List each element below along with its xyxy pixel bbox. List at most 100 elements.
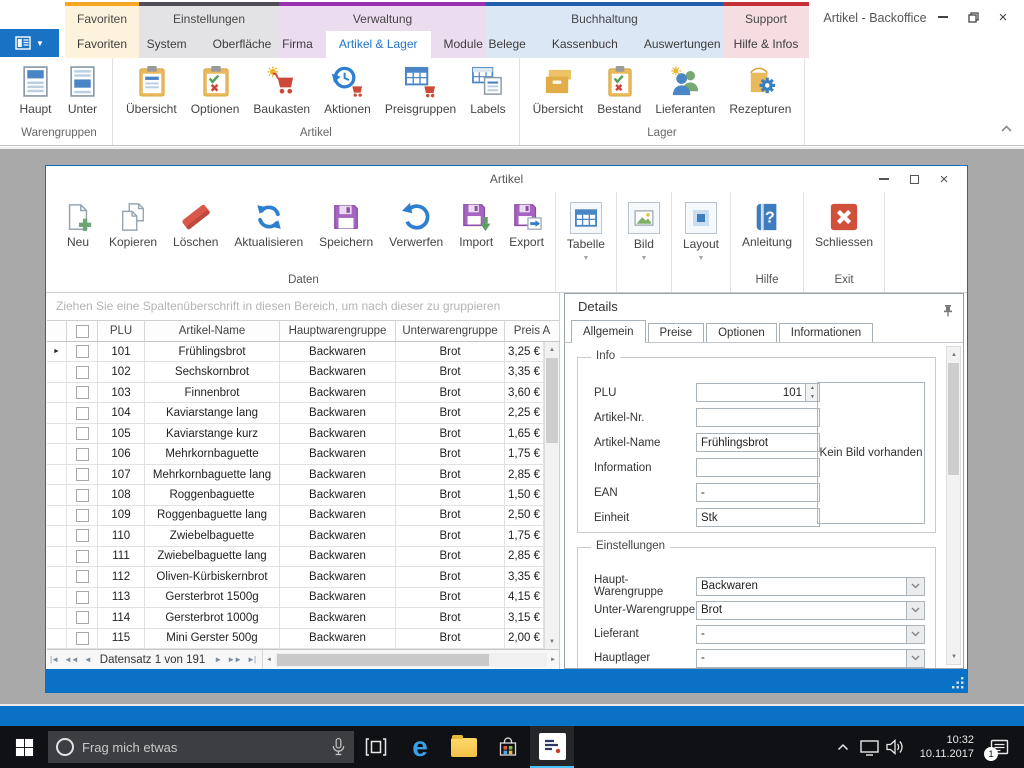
row-checkbox[interactable] xyxy=(67,383,98,402)
resize-grip-icon[interactable] xyxy=(952,677,964,689)
category-label[interactable]: Verwaltung xyxy=(279,6,486,31)
scrollbar-thumb[interactable] xyxy=(948,363,959,475)
kopieren-button[interactable]: Kopieren xyxy=(101,201,165,250)
scrollbar-thumb[interactable] xyxy=(277,654,489,666)
cell-artikel-name[interactable]: Mehrkornbaguette xyxy=(145,444,280,463)
action-center-button[interactable]: 1 xyxy=(980,726,1018,768)
cell-preis[interactable]: 1,65 € xyxy=(505,424,544,443)
einheit-field[interactable]: Stk xyxy=(696,508,820,527)
tab-favoriten[interactable]: Favoriten xyxy=(64,31,140,58)
row-checkbox[interactable] xyxy=(67,567,98,586)
tab-system[interactable]: System xyxy=(134,31,200,58)
table-row[interactable]: 111Zwiebelbaguette langBackwarenBrot2,85… xyxy=(47,547,544,567)
header-hauptwarengruppe[interactable]: Hauptwarengruppe xyxy=(280,321,396,341)
import-button[interactable]: Import xyxy=(451,201,501,250)
nav-first-button[interactable]: |◄ xyxy=(47,655,61,664)
cell-hauptwarengruppe[interactable]: Backwaren xyxy=(280,588,396,607)
cell-plu[interactable]: 102 xyxy=(98,362,145,381)
cell-artikel-name[interactable]: Frühlingsbrot xyxy=(145,342,280,361)
chevron-down-icon[interactable] xyxy=(906,602,924,619)
scroll-down-icon[interactable]: ▼ xyxy=(545,634,559,649)
plu-field[interactable]: 101 ▲▼ xyxy=(696,383,820,402)
scroll-up-icon[interactable]: ▲ xyxy=(947,347,961,362)
table-row[interactable]: 115Mini Gerster 500gBackwarenBrot2,00 € xyxy=(47,629,544,649)
nav-next-page-button[interactable]: ►► xyxy=(224,655,244,664)
tab-preise[interactable]: Preise xyxy=(648,323,705,342)
cell-hauptwarengruppe[interactable]: Backwaren xyxy=(280,567,396,586)
cell-preis[interactable]: 2,00 € xyxy=(505,629,544,648)
cell-preis[interactable]: 2,85 € xyxy=(505,547,544,566)
cell-unterwarengruppe[interactable]: Brot xyxy=(396,485,505,504)
scroll-right-icon[interactable]: ► xyxy=(547,657,559,663)
export-button[interactable]: Export xyxy=(501,201,552,250)
scroll-up-icon[interactable]: ▲ xyxy=(545,342,559,357)
table-row[interactable]: 102SechskornbrotBackwarenBrot3,35 € xyxy=(47,362,544,382)
cell-hauptwarengruppe[interactable]: Backwaren xyxy=(280,608,396,627)
table-row[interactable]: 103FinnenbrotBackwarenBrot3,60 € xyxy=(47,383,544,403)
row-checkbox[interactable] xyxy=(67,485,98,504)
row-checkbox[interactable] xyxy=(67,362,98,381)
cell-preis[interactable]: 2,25 € xyxy=(505,403,544,422)
cell-unterwarengruppe[interactable]: Brot xyxy=(396,342,505,361)
preisgruppen-button[interactable]: Preisgruppen xyxy=(378,63,463,118)
close-button[interactable]: × xyxy=(929,166,959,192)
uebersicht-artikel-button[interactable]: Übersicht xyxy=(119,63,184,118)
cell-plu[interactable]: 114 xyxy=(98,608,145,627)
cell-unterwarengruppe[interactable]: Brot xyxy=(396,362,505,381)
information-field[interactable] xyxy=(696,458,820,477)
cell-plu[interactable]: 107 xyxy=(98,465,145,484)
cell-artikel-name[interactable]: Sechskornbrot xyxy=(145,362,280,381)
table-row[interactable]: 107Mehrkornbaguette langBackwarenBrot2,8… xyxy=(47,465,544,485)
cell-unterwarengruppe[interactable]: Brot xyxy=(396,506,505,525)
table-row[interactable]: 110ZwiebelbaguetteBackwarenBrot1,75 € xyxy=(47,526,544,546)
rezepturen-button[interactable]: Rezepturen xyxy=(722,63,798,118)
labels-button[interactable]: Labels xyxy=(463,63,512,118)
cell-artikel-name[interactable]: Mehrkornbaguette lang xyxy=(145,465,280,484)
details-vertical-scrollbar[interactable]: ▲ ▼ xyxy=(946,346,961,665)
layout-button[interactable]: Layout ▼ xyxy=(675,201,727,263)
cell-artikel-name[interactable]: Finnenbrot xyxy=(145,383,280,402)
tab-firma[interactable]: Firma xyxy=(269,31,326,58)
cell-preis[interactable]: 3,35 € xyxy=(505,567,544,586)
cell-hauptwarengruppe[interactable]: Backwaren xyxy=(280,629,396,648)
row-checkbox[interactable] xyxy=(67,403,98,422)
neu-button[interactable]: Neu xyxy=(55,201,101,250)
table-row[interactable]: 114Gersterbrot 1000gBackwarenBrot3,15 € xyxy=(47,608,544,628)
schliessen-button[interactable]: Schliessen xyxy=(807,201,881,250)
cell-unterwarengruppe[interactable]: Brot xyxy=(396,588,505,607)
category-label[interactable]: Support xyxy=(723,6,809,31)
table-row[interactable]: 109Roggenbaguette langBackwarenBrot2,50 … xyxy=(47,506,544,526)
loeschen-button[interactable]: Löschen xyxy=(165,201,226,250)
cell-plu[interactable]: 111 xyxy=(98,547,145,566)
group-by-hint[interactable]: Ziehen Sie eine Spaltenüberschrift in di… xyxy=(47,293,559,320)
tab-optionen[interactable]: Optionen xyxy=(706,323,777,342)
cortana-search-box[interactable]: Frag mich etwas xyxy=(48,731,354,763)
anleitung-button[interactable]: ? Anleitung xyxy=(734,201,800,250)
cell-unterwarengruppe[interactable]: Brot xyxy=(396,547,505,566)
cell-artikel-name[interactable]: Roggenbaguette lang xyxy=(145,506,280,525)
row-checkbox[interactable] xyxy=(67,506,98,525)
backoffice-app-button[interactable] xyxy=(530,726,574,768)
speichern-button[interactable]: Speichern xyxy=(311,201,381,250)
cell-plu[interactable]: 105 xyxy=(98,424,145,443)
cell-hauptwarengruppe[interactable]: Backwaren xyxy=(280,424,396,443)
cell-artikel-name[interactable]: Kaviarstange lang xyxy=(145,403,280,422)
cell-hauptwarengruppe[interactable]: Backwaren xyxy=(280,547,396,566)
cell-unterwarengruppe[interactable]: Brot xyxy=(396,424,505,443)
cell-preis[interactable]: 3,35 € xyxy=(505,362,544,381)
category-label[interactable]: Einstellungen xyxy=(139,6,279,31)
row-checkbox[interactable] xyxy=(67,342,98,361)
artikel-name-field[interactable]: Frühlingsbrot xyxy=(696,433,820,452)
scroll-down-icon[interactable]: ▼ xyxy=(947,649,961,664)
cell-plu[interactable]: 106 xyxy=(98,444,145,463)
tab-artikel-lager[interactable]: Artikel & Lager xyxy=(326,31,431,58)
cell-unterwarengruppe[interactable]: Brot xyxy=(396,567,505,586)
network-button[interactable] xyxy=(856,726,882,768)
cell-plu[interactable]: 115 xyxy=(98,629,145,648)
unter-warengruppe-select[interactable]: Brot xyxy=(696,601,925,620)
store-button[interactable] xyxy=(486,726,530,768)
cell-plu[interactable]: 108 xyxy=(98,485,145,504)
baukasten-button[interactable]: Baukasten xyxy=(246,63,317,118)
cell-unterwarengruppe[interactable]: Brot xyxy=(396,444,505,463)
cell-hauptwarengruppe[interactable]: Backwaren xyxy=(280,342,396,361)
